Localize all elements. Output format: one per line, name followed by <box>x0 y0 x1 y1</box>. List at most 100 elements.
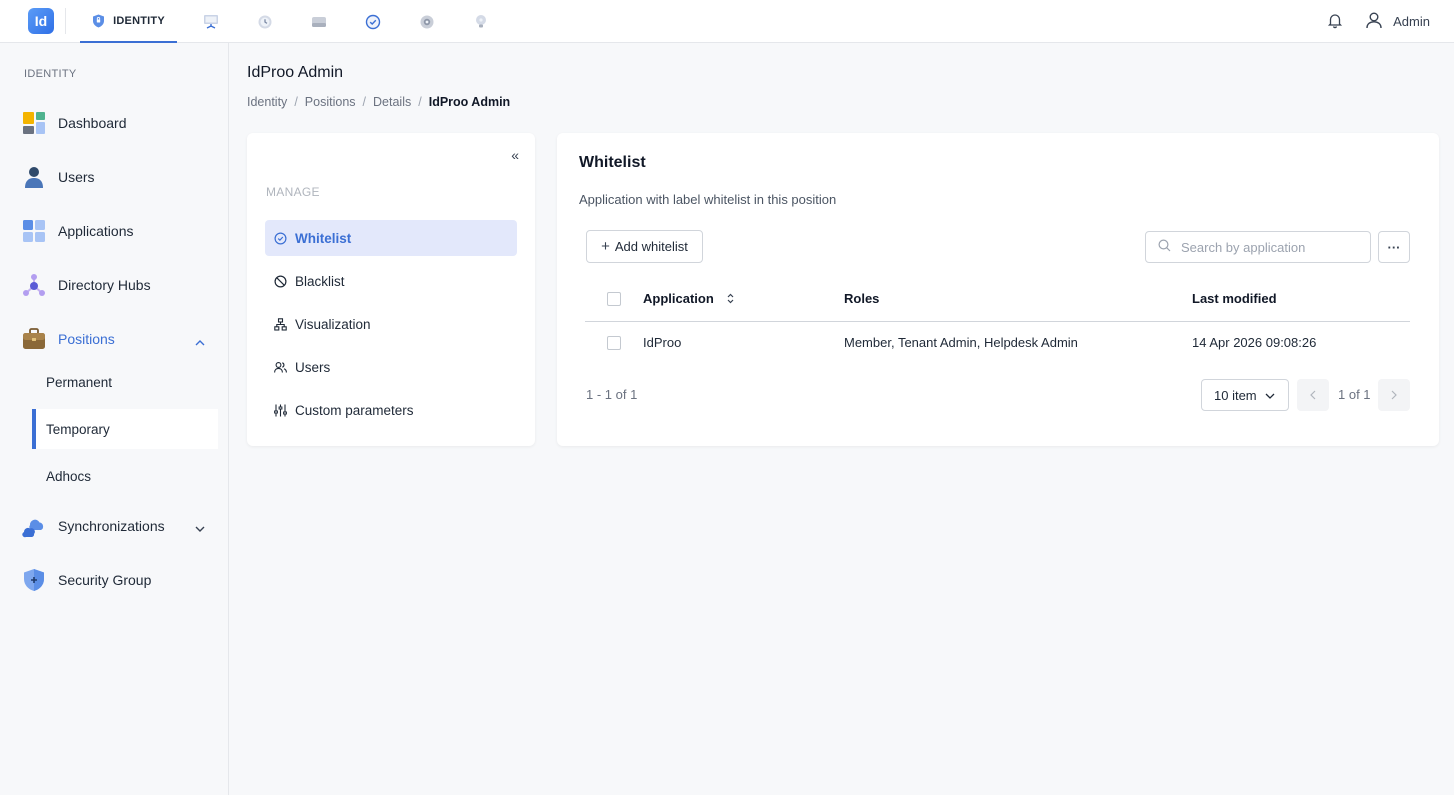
select-all-checkbox[interactable] <box>607 292 621 306</box>
column-header-roles: Roles <box>844 291 880 306</box>
manage-item-users[interactable]: Users <box>265 349 517 385</box>
sidebar-subitem-permanent[interactable]: Permanent <box>32 362 218 402</box>
cell-roles: Member, Tenant Admin, Helpdesk Admin <box>844 335 1078 350</box>
divider <box>65 8 66 34</box>
sidebar-item-dashboard[interactable]: Dashboard <box>22 105 217 141</box>
drive-icon <box>311 15 327 29</box>
sidebar-item-label: Positions <box>58 331 115 347</box>
app-logo[interactable]: Id <box>28 8 54 34</box>
cloud-sync-icon <box>22 514 46 538</box>
history-icon <box>257 14 273 30</box>
manage-item-visualization[interactable]: Visualization <box>265 306 517 342</box>
breadcrumb-identity[interactable]: Identity <box>247 95 287 109</box>
tab-monitor[interactable] <box>198 0 224 43</box>
add-whitelist-label: Add whitelist <box>614 239 688 254</box>
shield-plus-icon <box>22 568 46 592</box>
manage-section-title: MANAGE <box>266 185 320 199</box>
sidebar-subitem-adhocs[interactable]: Adhocs <box>32 456 218 496</box>
breadcrumb-separator: / <box>362 95 367 109</box>
sidebar-item-label: Users <box>58 169 95 185</box>
shield-icon <box>92 14 105 28</box>
manage-item-blacklist[interactable]: Blacklist <box>265 263 517 299</box>
sidebar-item-label: Dashboard <box>58 115 127 131</box>
next-page-button[interactable] <box>1378 379 1410 411</box>
breadcrumb: Identity / Positions / Details / IdProo … <box>247 95 510 109</box>
column-header-last-modified: Last modified <box>1192 291 1277 306</box>
users-icon <box>274 361 287 374</box>
tab-identity-label: IDENTITY <box>113 14 165 27</box>
ban-icon <box>274 274 287 288</box>
column-label: Application <box>643 291 714 306</box>
section-description: Application with label whitelist in this… <box>579 192 837 207</box>
sidebar: IDENTITY Dashboard Users Applications Di… <box>0 43 229 795</box>
cell-application: IdProo <box>643 335 682 350</box>
search-input[interactable] <box>1181 239 1361 255</box>
dashboard-icon <box>22 111 46 135</box>
chevron-down-icon[interactable] <box>195 520 205 536</box>
hierarchy-icon <box>274 317 287 331</box>
chevron-down-icon <box>1257 388 1275 403</box>
tab-check[interactable] <box>360 0 386 43</box>
tab-settings[interactable] <box>414 0 440 43</box>
sidebar-item-users[interactable]: Users <box>22 159 217 195</box>
tab-identity[interactable]: IDENTITY <box>80 0 177 43</box>
whitelist-panel: Whitelist Application with label whiteli… <box>557 133 1439 446</box>
tab-drive[interactable] <box>306 0 332 43</box>
sort-icon[interactable] <box>727 292 734 307</box>
check-circle-icon <box>365 14 381 30</box>
manage-item-label: Users <box>295 359 331 375</box>
add-whitelist-button[interactable]: + Add whitelist <box>586 230 703 263</box>
sidebar-item-label: Security Group <box>58 572 152 588</box>
chevron-left-icon <box>1310 387 1316 403</box>
column-header-application[interactable]: Application <box>643 291 734 307</box>
manage-item-whitelist[interactable]: Whitelist <box>265 220 517 256</box>
bell-icon[interactable] <box>1327 12 1343 32</box>
breadcrumb-details[interactable]: Details <box>373 95 411 109</box>
pagination-count: 1 - 1 of 1 <box>586 387 638 402</box>
row-checkbox[interactable] <box>607 336 621 350</box>
sliders-icon <box>274 404 287 417</box>
breadcrumb-positions[interactable]: Positions <box>305 95 356 109</box>
sidebar-item-positions[interactable]: Positions <box>22 321 217 357</box>
chevron-up-icon[interactable] <box>195 333 205 349</box>
monitor-icon <box>202 14 220 30</box>
breadcrumb-separator: / <box>294 95 298 109</box>
user-icon <box>22 165 46 189</box>
briefcase-icon <box>22 327 46 351</box>
page-size-value: 10 item <box>1214 387 1257 403</box>
hub-icon <box>22 273 46 297</box>
sidebar-item-directory-hubs[interactable]: Directory Hubs <box>22 267 217 303</box>
sidebar-section-title: IDENTITY <box>24 68 77 80</box>
manage-item-label: Blacklist <box>295 273 345 289</box>
page-indicator: 1 of 1 <box>1338 387 1371 402</box>
sidebar-item-applications[interactable]: Applications <box>22 213 217 249</box>
table-row[interactable]: IdProo Member, Tenant Admin, Helpdesk Ad… <box>585 322 1410 364</box>
page-title: IdProo Admin <box>247 64 344 81</box>
search-icon <box>1158 239 1171 255</box>
sidebar-item-security-group[interactable]: Security Group <box>22 562 217 598</box>
collapse-panel-button[interactable]: « <box>511 147 519 163</box>
lightbulb-icon <box>474 14 488 30</box>
more-options-button[interactable]: ··· <box>1378 231 1410 263</box>
section-title: Whitelist <box>579 154 646 171</box>
table-header: Application Roles Last modified <box>585 277 1410 322</box>
tab-history[interactable] <box>252 0 278 43</box>
manage-item-custom-parameters[interactable]: Custom parameters <box>265 392 517 428</box>
sidebar-item-label: Applications <box>58 223 134 239</box>
page-size-select[interactable]: 10 item <box>1201 379 1289 411</box>
sidebar-item-label: Synchronizations <box>58 518 165 534</box>
cell-last-modified: 14 Apr 2026 09:08:26 <box>1192 335 1317 350</box>
sidebar-item-synchronizations[interactable]: Synchronizations <box>22 508 217 544</box>
top-bar: Id IDENTITY Admin <box>0 0 1454 43</box>
sidebar-subitem-temporary[interactable]: Temporary <box>32 409 218 449</box>
user-icon[interactable] <box>1365 11 1383 32</box>
breadcrumb-current: IdProo Admin <box>428 95 511 109</box>
search-box <box>1145 231 1371 263</box>
apps-icon <box>22 219 46 243</box>
user-menu-label[interactable]: Admin <box>1393 14 1430 29</box>
tab-ideas[interactable] <box>468 0 494 43</box>
manage-item-label: Visualization <box>295 316 371 332</box>
manage-item-label: Whitelist <box>295 230 352 246</box>
previous-page-button[interactable] <box>1297 379 1329 411</box>
manage-item-label: Custom parameters <box>295 402 414 418</box>
